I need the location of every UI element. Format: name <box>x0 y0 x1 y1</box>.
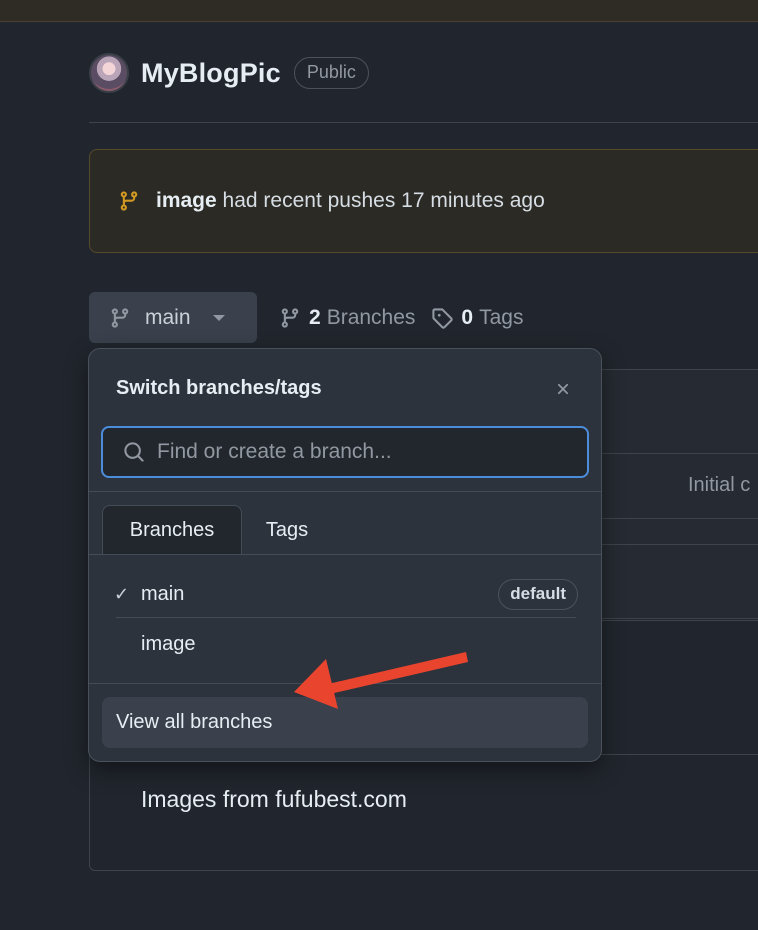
close-icon[interactable] <box>550 376 576 402</box>
caret-down-icon <box>212 314 225 321</box>
branch-item-divider <box>116 617 576 618</box>
view-all-branches-button[interactable]: View all branches <box>102 697 588 748</box>
tag-count: 0 <box>461 305 474 329</box>
file-row-divider <box>600 453 758 454</box>
popover-divider <box>89 491 601 492</box>
top-bar <box>0 0 758 22</box>
default-badge: default <box>498 578 578 610</box>
tab-branches[interactable]: Branches <box>102 505 242 555</box>
branch-switcher-popover: Switch branches/tags Branches Tags ✓ mai… <box>88 348 602 762</box>
branch-selector-button[interactable]: main <box>89 292 257 343</box>
branch-search-box[interactable] <box>101 426 589 478</box>
branch-row: main 2 Branches 0 Tags <box>89 292 523 343</box>
git-branch-icon <box>111 307 129 328</box>
branch-item-image[interactable]: image <box>114 619 578 669</box>
header-divider <box>89 122 758 123</box>
readme-divider <box>600 754 758 755</box>
branches-label: Branches <box>326 305 416 329</box>
tags-label: Tags <box>479 305 524 329</box>
git-branch-icon <box>281 307 299 328</box>
commit-message[interactable]: Initial c <box>688 474 750 497</box>
branches-link[interactable]: 2 Branches <box>279 306 415 330</box>
footer-divider <box>89 683 601 684</box>
visibility-badge: Public <box>293 57 369 89</box>
branch-item-main[interactable]: ✓ main default <box>114 569 578 619</box>
repo-name[interactable]: MyBlogPic <box>141 58 281 89</box>
file-row-divider <box>600 518 758 519</box>
tab-tags[interactable]: Tags <box>242 505 332 555</box>
push-message: image had recent pushes 17 minutes ago <box>156 189 545 213</box>
pushed-branch-name[interactable]: image <box>156 189 217 212</box>
file-row-divider <box>600 544 758 545</box>
avatar[interactable] <box>89 53 129 93</box>
git-branch-icon <box>120 191 138 211</box>
branch-tag-tabs: Branches Tags <box>102 505 332 555</box>
push-message-text: had recent pushes 17 minutes ago <box>222 189 545 212</box>
branch-name: main <box>141 582 185 605</box>
repo-header: MyBlogPic Public <box>89 52 369 94</box>
current-branch-label: main <box>145 305 191 329</box>
branch-name: image <box>141 632 196 655</box>
readme-text: Images from fufubest.com <box>141 786 407 812</box>
tabs-divider <box>89 554 601 555</box>
recent-push-banner: image had recent pushes 17 minutes ago <box>89 149 758 253</box>
tags-link[interactable]: 0 Tags <box>431 306 523 330</box>
search-icon <box>124 442 144 462</box>
popover-title: Switch branches/tags <box>116 377 322 399</box>
branch-count: 2 <box>309 305 321 329</box>
check-icon: ✓ <box>114 583 130 604</box>
tag-icon <box>432 307 454 329</box>
branch-search-input[interactable] <box>157 440 557 464</box>
